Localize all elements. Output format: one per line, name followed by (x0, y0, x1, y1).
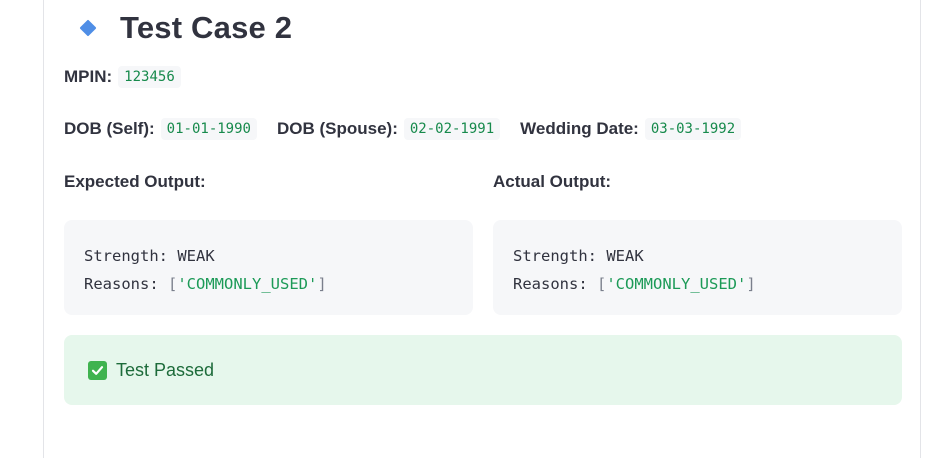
actual-strength-line: Strength: WEAK (513, 242, 882, 270)
mpin-label: MPIN: (64, 67, 113, 86)
mpin-value: 123456 (118, 66, 181, 88)
dob-spouse-value: 02-02-1991 (403, 118, 501, 140)
actual-reasons-key: Reasons: (513, 275, 588, 293)
dob-spouse-field: DOB (Spouse): 02-02-1991 (276, 118, 501, 140)
test-case-card: Test Case 2 MPIN: 123456 DOB (Self): 01-… (43, 0, 921, 458)
dob-self-field: DOB (Self): 01-01-1990 (64, 118, 257, 140)
expected-output-label: Expected Output: (64, 172, 206, 191)
actual-reasons-value: 'COMMONLY_USED' (606, 275, 747, 293)
actual-output-block: Strength: WEAK Reasons: ['COMMONLY_USED'… (493, 220, 902, 315)
open-bracket: [ (597, 275, 607, 293)
dob-spouse-label: DOB (Spouse): (276, 119, 398, 138)
test-case-title: Test Case 2 (120, 10, 293, 45)
check-box-icon (88, 360, 107, 380)
actual-strength-key: Strength: (513, 247, 597, 265)
close-bracket: ] (746, 275, 756, 293)
expected-strength-value: WEAK (177, 247, 215, 265)
dates-row: DOB (Self): 01-01-1990 DOB (Spouse): 02-… (64, 118, 761, 140)
mpin-field: MPIN: 123456 (64, 66, 181, 88)
expected-reasons-line: Reasons: ['COMMONLY_USED'] (84, 270, 453, 298)
open-bracket: [ (168, 275, 178, 293)
actual-strength-value: WEAK (606, 247, 644, 265)
wedding-date-value: 03-03-1992 (644, 118, 742, 140)
expected-reasons-key: Reasons: (84, 275, 159, 293)
diamond-icon (79, 19, 97, 37)
expected-reasons-value: 'COMMONLY_USED' (177, 275, 318, 293)
expected-strength-key: Strength: (84, 247, 168, 265)
dob-self-label: DOB (Self): (64, 119, 155, 138)
dob-self-value: 01-01-1990 (160, 118, 257, 140)
test-case-header: Test Case 2 (79, 4, 293, 52)
wedding-date-label: Wedding Date: (520, 119, 639, 138)
actual-output-label: Actual Output: (493, 172, 612, 191)
close-bracket: ] (317, 275, 327, 293)
expected-strength-line: Strength: WEAK (84, 242, 453, 270)
mpin-row: MPIN: 123456 (64, 66, 201, 88)
wedding-date-field: Wedding Date: 03-03-1992 (520, 118, 742, 140)
expected-output-block: Strength: WEAK Reasons: ['COMMONLY_USED'… (64, 220, 473, 315)
test-result-text: Test Passed (116, 359, 215, 380)
test-result-alert: Test Passed (64, 335, 902, 405)
actual-reasons-line: Reasons: ['COMMONLY_USED'] (513, 270, 882, 298)
